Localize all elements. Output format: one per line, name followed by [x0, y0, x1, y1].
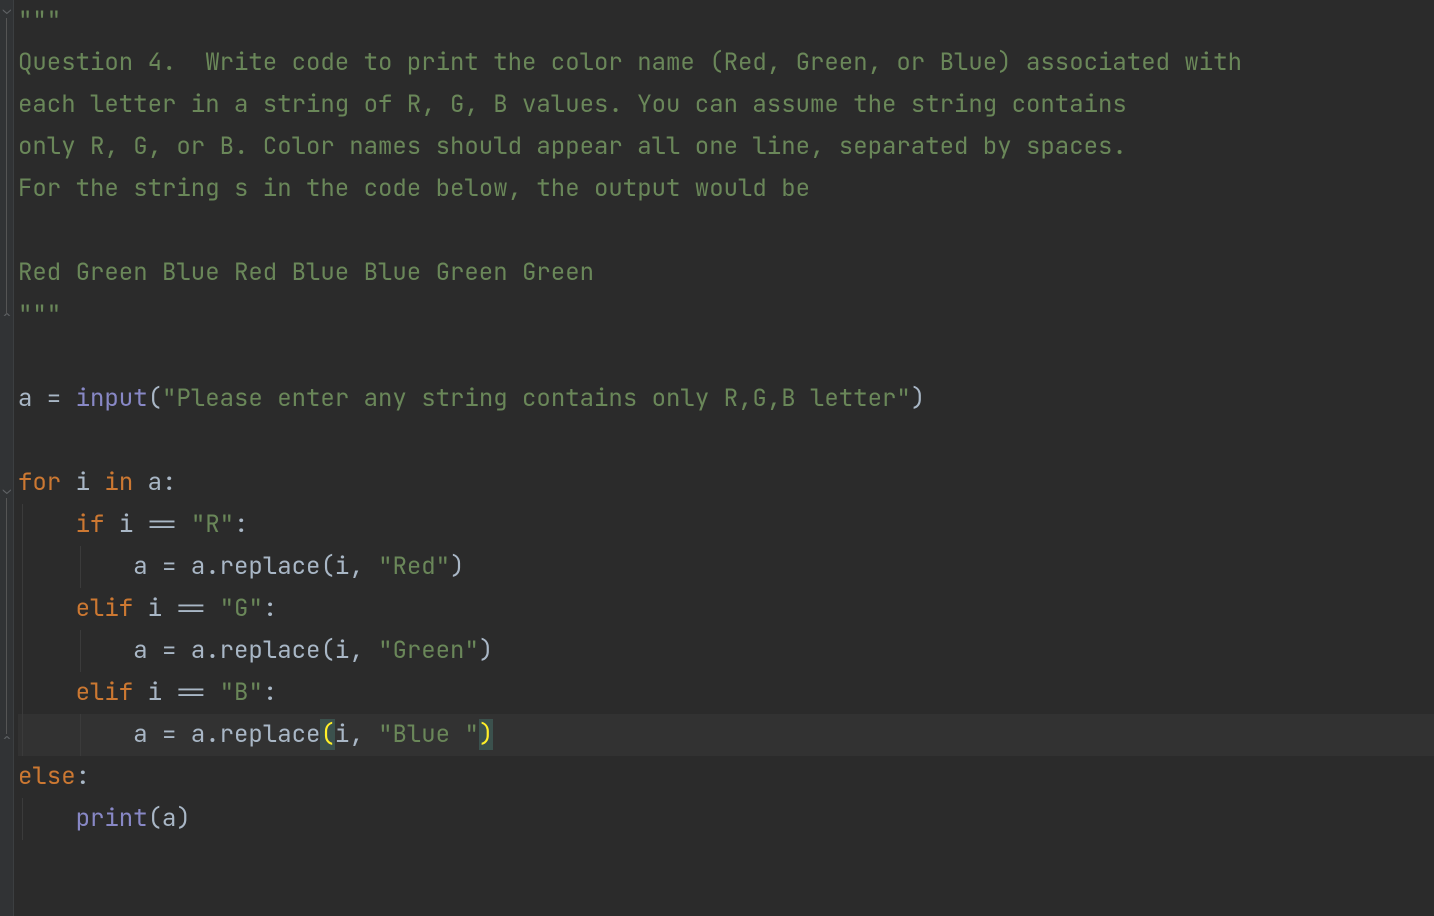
colon: :	[76, 761, 90, 792]
identifier: i	[148, 677, 162, 708]
builtin-call: input	[76, 383, 148, 414]
method-call: replace	[220, 635, 321, 666]
comma: ,	[349, 551, 378, 582]
dot: .	[205, 719, 219, 750]
operator: ==	[162, 593, 220, 624]
identifier: a	[133, 551, 147, 582]
dot: .	[205, 635, 219, 666]
operator: ==	[133, 509, 191, 540]
string-literal: "Red"	[378, 551, 450, 582]
keyword: for	[18, 467, 61, 498]
comma: ,	[349, 635, 378, 666]
code-line[interactable]: else:	[18, 756, 1434, 798]
paren-close: )	[176, 803, 190, 834]
identifier: a	[18, 383, 32, 414]
docstring-text: For the string s in the code below, the …	[18, 173, 810, 204]
docstring-open: """	[18, 5, 61, 36]
string-literal: "Blue "	[378, 719, 479, 750]
code-line[interactable]: """	[18, 0, 1434, 42]
string-literal: "R"	[191, 509, 234, 540]
gutter: ⌄ ⌃ ⌄ ⌃	[0, 0, 14, 916]
colon: :	[263, 593, 277, 624]
code-line[interactable]: a = a.replace(i, "Red")	[18, 546, 1434, 588]
identifier: a	[162, 803, 176, 834]
keyword: if	[76, 509, 105, 540]
paren-close: )	[450, 551, 464, 582]
colon: :	[162, 467, 176, 498]
operator: ==	[162, 677, 220, 708]
identifier: a	[148, 467, 162, 498]
fold-marker-up-icon[interactable]: ⌃	[2, 735, 12, 745]
code-line[interactable]: For the string s in the code below, the …	[18, 168, 1434, 210]
keyword: elif	[76, 677, 134, 708]
string-literal: "B"	[220, 677, 263, 708]
keyword: else	[18, 761, 76, 792]
operator: =	[32, 383, 75, 414]
code-line[interactable]: a = input("Please enter any string conta…	[18, 378, 1434, 420]
method-call: replace	[220, 551, 321, 582]
code-line[interactable]	[18, 336, 1434, 378]
paren-open: (	[148, 803, 162, 834]
paren-close: )	[911, 383, 925, 414]
code-line[interactable]: elif i == "G":	[18, 588, 1434, 630]
code-line[interactable]: only R, G, or B. Color names should appe…	[18, 126, 1434, 168]
identifier: i	[148, 593, 162, 624]
code-line-current[interactable]: a = a.replace(i, "Blue ")	[18, 714, 1434, 756]
fold-marker-down-icon[interactable]: ⌄	[2, 485, 12, 495]
identifier: i	[335, 551, 349, 582]
code-line[interactable]	[18, 840, 1434, 882]
paren-open-matched: (	[320, 719, 334, 750]
paren-close: )	[479, 635, 493, 666]
docstring-text: only R, G, or B. Color names should appe…	[18, 131, 1127, 162]
code-line[interactable]: Red Green Blue Red Blue Blue Green Green	[18, 252, 1434, 294]
docstring-text: Red Green Blue Red Blue Blue Green Green	[18, 257, 594, 288]
paren-close-matched: )	[479, 719, 493, 750]
method-call: replace	[220, 719, 321, 750]
identifier: a	[191, 635, 205, 666]
fold-line	[6, 18, 7, 314]
code-line[interactable]	[18, 420, 1434, 462]
identifier: i	[335, 719, 349, 750]
dot: .	[205, 551, 219, 582]
docstring-text: Question 4. Write code to print the colo…	[18, 47, 1242, 78]
keyword: elif	[76, 593, 134, 624]
paren-open: (	[320, 635, 334, 666]
identifier: a	[191, 551, 205, 582]
code-line[interactable]: print(a)	[18, 798, 1434, 840]
docstring-text: each letter in a string of R, G, B value…	[18, 89, 1127, 120]
code-line[interactable]: each letter in a string of R, G, B value…	[18, 84, 1434, 126]
code-line[interactable]: if i == "R":	[18, 504, 1434, 546]
fold-line	[6, 498, 7, 734]
identifier: a	[133, 719, 147, 750]
identifier: a	[133, 635, 147, 666]
operator: =	[148, 551, 191, 582]
code-line[interactable]: a = a.replace(i, "Green")	[18, 630, 1434, 672]
identifier: a	[191, 719, 205, 750]
identifier: i	[335, 635, 349, 666]
identifier: i	[76, 467, 90, 498]
operator: =	[148, 635, 191, 666]
builtin-call: print	[76, 803, 148, 834]
paren-open: (	[320, 551, 334, 582]
code-line[interactable]: for i in a:	[18, 462, 1434, 504]
identifier: i	[119, 509, 133, 540]
code-area[interactable]: """ Question 4. Write code to print the …	[14, 0, 1434, 916]
paren-open: (	[148, 383, 162, 414]
string-literal: "G"	[220, 593, 263, 624]
code-line[interactable]: """	[18, 294, 1434, 336]
string-literal: "Green"	[378, 635, 479, 666]
colon: :	[263, 677, 277, 708]
keyword: in	[104, 467, 133, 498]
code-editor[interactable]: ⌄ ⌃ ⌄ ⌃ """ Question 4. Write code to pr…	[0, 0, 1434, 916]
string-literal: "Please enter any string contains only R…	[162, 383, 911, 414]
code-line[interactable]: elif i == "B":	[18, 672, 1434, 714]
operator: =	[148, 719, 191, 750]
comma: ,	[349, 719, 378, 750]
code-line[interactable]: Question 4. Write code to print the colo…	[18, 42, 1434, 84]
code-line[interactable]	[18, 210, 1434, 252]
fold-marker-up-icon[interactable]: ⌃	[2, 312, 12, 322]
colon: :	[234, 509, 248, 540]
docstring-close: """	[18, 299, 61, 330]
fold-marker-down-icon[interactable]: ⌄	[2, 5, 12, 15]
